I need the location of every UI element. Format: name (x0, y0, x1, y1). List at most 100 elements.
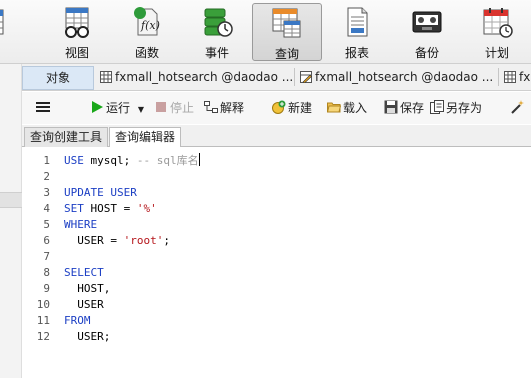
sql-editor[interactable]: 1 2 3 4 5 6 7 8 9 10 11 12 USE mysql; --… (22, 147, 531, 378)
line-number-gutter: 1 2 3 4 5 6 7 8 9 10 11 12 (22, 147, 54, 378)
sql-text: mysql; (83, 154, 137, 167)
toolbar-schedule-label: 计划 (484, 46, 509, 60)
toolbar-query-button[interactable]: 查询 (252, 3, 322, 61)
tab-table-data-2[interactable]: fxmall_hot (500, 66, 531, 90)
table-grid-icon (100, 71, 112, 83)
table-grid-icon (504, 71, 516, 83)
tab-table-data[interactable]: fxmall_hotsearch @daodao ... (96, 66, 292, 90)
tab-divider (498, 68, 499, 86)
sql-keyword: SET (64, 202, 84, 215)
line-number: 6 (43, 234, 50, 247)
toolbar-schedule-button[interactable]: 计划 (463, 3, 531, 61)
code-line-6: USER = 'root'; (64, 233, 170, 249)
new-icon (272, 100, 286, 114)
tab-table-data-2-label: fxmall_hot (519, 70, 531, 84)
load-button[interactable]: 载入 (327, 99, 367, 117)
line-number: 3 (43, 186, 50, 199)
toolbar-report-label: 报表 (344, 46, 369, 60)
document-tab-bar: 对象 fxmall_hotsearch @daodao ... fxmall_h… (22, 64, 531, 91)
view-icon (65, 7, 89, 38)
code-line-10: USER (64, 297, 104, 313)
save-as-button[interactable]: 另存为 (430, 99, 482, 117)
code-line-8: SELECT (64, 265, 104, 281)
save-label: 保存 (400, 101, 425, 115)
toolbar-event-button[interactable]: 事件 (183, 3, 251, 61)
save-as-label: 另存为 (446, 101, 483, 115)
stop-button[interactable]: 停止 (154, 99, 194, 117)
play-icon (92, 101, 103, 113)
toolbar-table-label: 表 (0, 44, 24, 61)
toolbar-backup-button[interactable]: 备份 (393, 3, 461, 61)
object-panel-edge[interactable] (0, 64, 22, 378)
line-number: 9 (43, 282, 50, 295)
toolbar-query-label: 查询 (274, 47, 299, 61)
save-disk-icon (384, 100, 398, 114)
design-table-icon (300, 71, 312, 83)
explain-label: 解释 (220, 101, 245, 115)
line-number: 10 (36, 298, 50, 311)
line-number: 7 (43, 250, 50, 263)
run-label: 运行 (106, 101, 131, 115)
tab-design-table[interactable]: fxmall_hotsearch @daodao ... (296, 66, 496, 90)
panel-splitter-handle[interactable] (0, 192, 22, 208)
sql-keyword: SELECT (64, 266, 104, 279)
toolbar-table-button[interactable]: 表 (0, 3, 24, 61)
magic-wand-icon (511, 100, 524, 114)
menu-button[interactable] (36, 99, 52, 117)
schedule-icon (483, 8, 513, 38)
sql-text: HOST = (83, 202, 137, 215)
sql-keyword: FROM (64, 314, 91, 327)
code-line-4: SET HOST = '%' (64, 201, 157, 217)
tab-objects-label: 对象 (45, 71, 70, 85)
toolbar-view-button[interactable]: 视图 (43, 3, 111, 61)
sql-keyword: USE (64, 154, 84, 167)
sql-comment: -- sql库名 (136, 154, 199, 167)
tab-query-builder[interactable]: 查询创建工具 (24, 127, 109, 147)
query-mode-tabs: 查询创建工具 查询编辑器 (22, 125, 531, 148)
run-button[interactable]: 运行 ▼ (90, 99, 144, 117)
sql-text: HOST, (64, 282, 111, 295)
save-as-icon (430, 100, 444, 114)
line-number: 12 (36, 330, 50, 343)
tab-query-builder-label: 查询创建工具 (30, 130, 103, 144)
explain-icon (204, 101, 218, 113)
sql-string: '%' (136, 202, 157, 215)
event-icon (204, 8, 233, 37)
run-dropdown-icon[interactable]: ▼ (138, 105, 144, 114)
query-toolbar: 运行 ▼ 停止 解释 新建 载入 保存 另存为 (22, 92, 531, 124)
toolbar-report-button[interactable]: 报表 (323, 3, 391, 61)
new-query-button[interactable]: 新建 (272, 99, 312, 117)
new-query-label: 新建 (288, 101, 313, 115)
code-line-11: FROM (64, 313, 91, 329)
tab-table-data-label: fxmall_hotsearch @daodao ... (115, 70, 292, 84)
line-number: 5 (43, 218, 50, 231)
load-label: 载入 (343, 101, 368, 115)
sql-string: 'root' (123, 234, 164, 247)
line-number: 4 (43, 202, 50, 215)
explain-button[interactable]: 解释 (204, 99, 244, 117)
line-number: 11 (36, 314, 50, 327)
function-glyph: f(x) (140, 19, 160, 32)
folder-open-icon (327, 102, 341, 113)
toolbar-event-label: 事件 (204, 46, 229, 60)
table-icon (0, 9, 4, 35)
line-number: 8 (43, 266, 50, 279)
sql-text: USER; (64, 330, 111, 343)
line-number: 1 (43, 154, 50, 167)
hamburger-icon (36, 102, 50, 112)
beautify-sql-button[interactable] (510, 99, 526, 117)
main-toolbar: 表 视图 f(x) 函数 事件 (0, 0, 531, 64)
toolbar-view-label: 视图 (64, 46, 89, 60)
backup-icon (412, 11, 442, 33)
stop-label: 停止 (170, 101, 195, 115)
toolbar-function-label: 函数 (134, 46, 159, 60)
function-icon: f(x) (134, 7, 160, 36)
sql-keyword: UPDATE USER (64, 186, 137, 199)
tab-query-editor[interactable]: 查询编辑器 (109, 127, 182, 148)
code-line-5: WHERE (64, 217, 97, 233)
toolbar-function-button[interactable]: f(x) 函数 (113, 3, 181, 61)
save-button[interactable]: 保存 (384, 99, 424, 117)
query-icon (272, 8, 301, 38)
code-line-3: UPDATE USER (64, 185, 137, 201)
tab-objects[interactable]: 对象 (22, 66, 94, 90)
